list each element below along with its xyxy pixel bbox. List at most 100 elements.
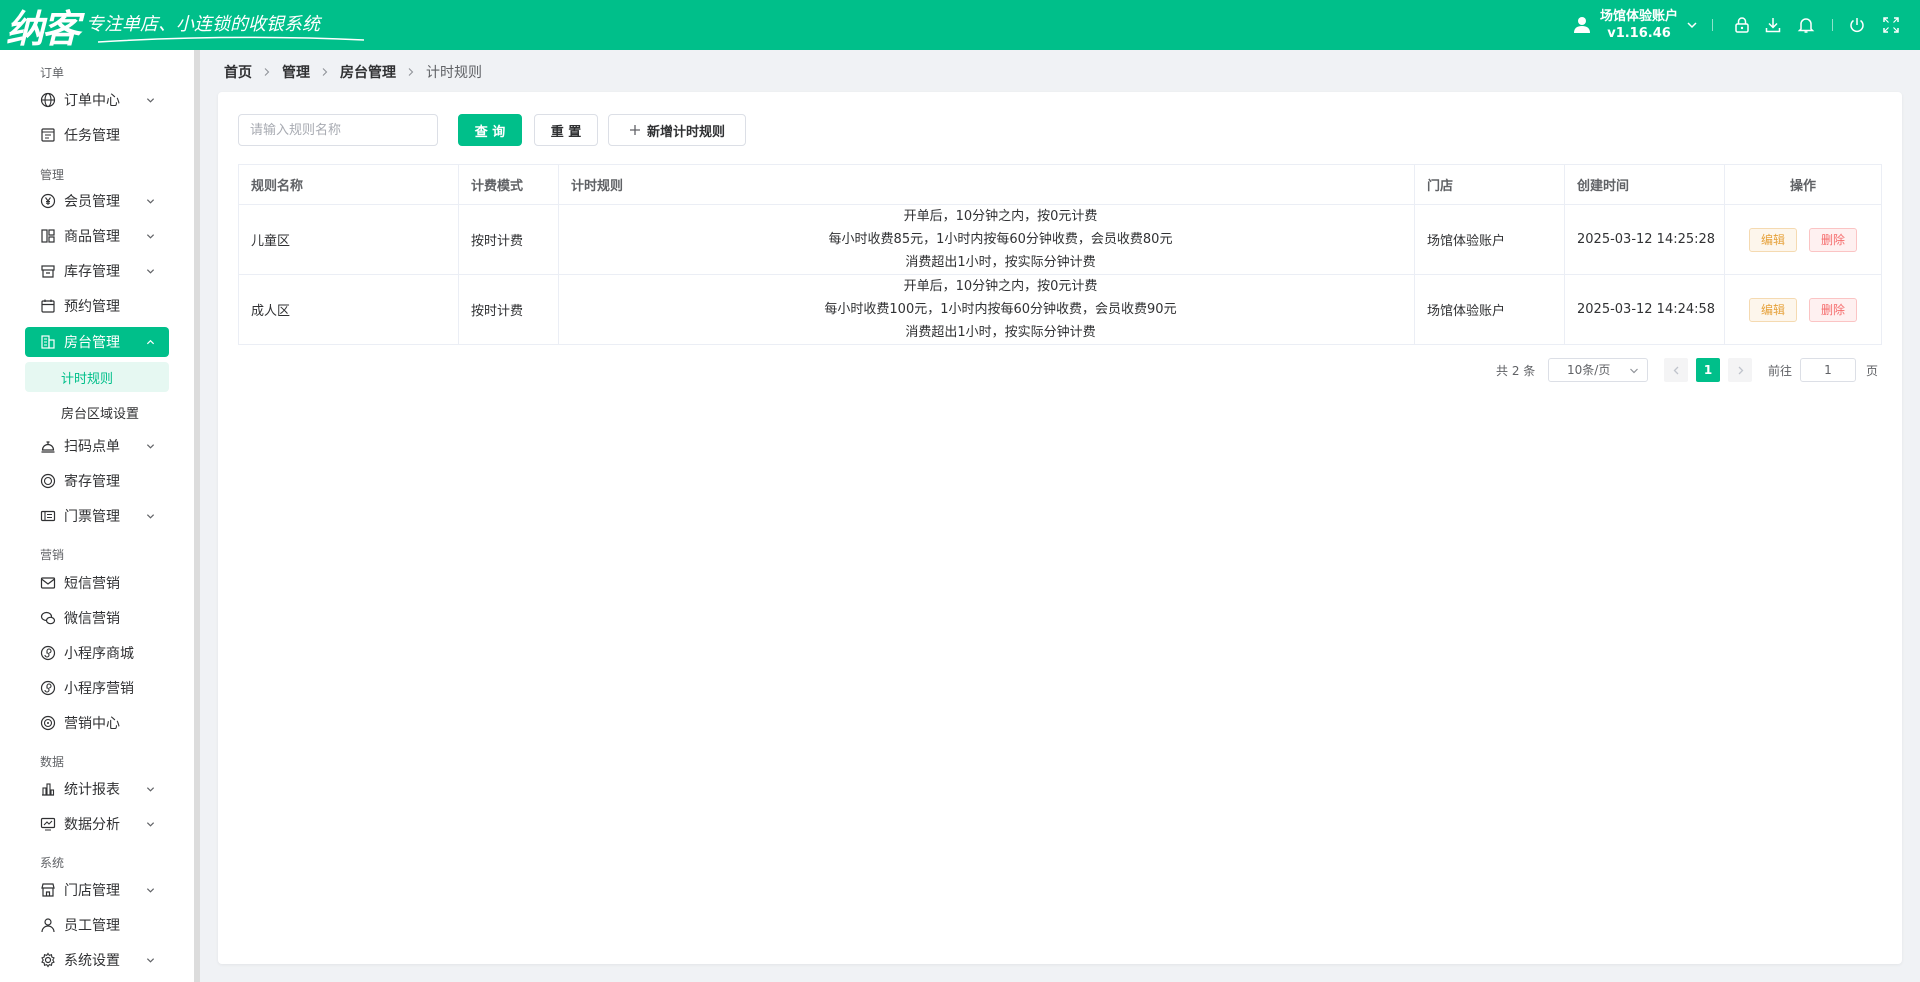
cell-actions: 编辑 删除: [1725, 275, 1881, 344]
sidebar-subitem-room-area[interactable]: 房台区域设置: [25, 397, 169, 427]
header-divider: [1832, 19, 1833, 31]
chevron-up-icon: [146, 339, 155, 345]
edit-button[interactable]: 编辑: [1749, 297, 1797, 322]
sidebar-item-task-manage[interactable]: 任务管理: [25, 120, 169, 150]
rule-line: 消费超出1小时，按实际分钟计费: [905, 325, 1096, 340]
cell-billing-mode: 按时计费: [459, 275, 559, 344]
chevron-down-icon: [146, 958, 155, 963]
sidebar-item-stats-report[interactable]: 统计报表: [25, 774, 169, 804]
sidebar-item-qr-order[interactable]: 扫码点单: [25, 431, 169, 461]
sidebar-item-room-manage[interactable]: 房台管理: [25, 327, 169, 357]
cell-rule-name: 儿童区: [239, 205, 459, 274]
sidebar-item-data-analysis[interactable]: 数据分析: [25, 809, 169, 839]
ticket-icon: [40, 510, 56, 522]
power-icon[interactable]: [1848, 16, 1866, 34]
page-number-current[interactable]: 1: [1696, 358, 1720, 382]
sidebar-item-label: 扫码点单: [64, 439, 120, 455]
mail-icon: [40, 577, 56, 589]
fullscreen-icon[interactable]: [1882, 16, 1900, 34]
cell-rule-name: 成人区: [239, 275, 459, 344]
sidebar-item-label: 数据分析: [64, 817, 120, 833]
sidebar-item-staff-manage[interactable]: 员工管理: [25, 910, 169, 940]
rule-line: 每小时收费100元，1小时内按每60分钟收费，会员收费90元: [824, 302, 1177, 317]
sidebar-item-deposit-manage[interactable]: 寄存管理: [25, 466, 169, 496]
globe-icon: [40, 92, 56, 108]
cell-store: 场馆体验账户: [1415, 205, 1565, 274]
breadcrumb: 首页 管理 房台管理 计时规则: [224, 62, 482, 82]
goods-icon: [41, 229, 55, 243]
sidebar-item-member-manage[interactable]: 会员管理: [25, 186, 169, 216]
cell-actions: 编辑 删除: [1725, 205, 1881, 274]
monitor-chart-icon: [40, 817, 56, 831]
sidebar-item-goods-manage[interactable]: 商品管理: [25, 221, 169, 251]
cell-created-time: 2025-03-12 14:24:58: [1565, 275, 1725, 344]
logo-text: 纳客: [6, 5, 80, 51]
chevron-right-icon: [408, 68, 414, 76]
sidebar-item-booking-manage[interactable]: 预约管理: [25, 291, 169, 321]
sidebar-item-label: 微信营销: [64, 611, 120, 627]
account-name: 场馆体验账户: [1600, 9, 1679, 24]
chevron-right-icon: [1738, 366, 1743, 374]
chevron-down-icon: [146, 787, 155, 792]
sidebar-item-label: 小程序商城: [64, 646, 134, 662]
box-icon: [41, 265, 55, 278]
sidebar-item-order-center[interactable]: 订单中心: [25, 85, 169, 115]
person-icon: [41, 918, 55, 933]
sidebar-item-label: 会员管理: [64, 194, 120, 210]
sidebar-item-label: 库存管理: [64, 264, 120, 280]
sidebar-item-wechat-marketing[interactable]: 微信营销: [25, 603, 169, 633]
add-timing-rule-button[interactable]: 新增计时规则: [608, 114, 746, 146]
goto-page-input[interactable]: [1800, 358, 1856, 382]
chevron-left-icon: [1673, 366, 1678, 374]
edit-button[interactable]: 编辑: [1749, 227, 1797, 252]
prev-page-button[interactable]: [1664, 358, 1688, 382]
sidebar-item-label: 门店管理: [64, 883, 120, 899]
sidebar-item-ticket-manage[interactable]: 门票管理: [25, 501, 169, 531]
cell-timing-rule: 开单后，10分钟之内，按0元计费 每小时收费85元，1小时内按每60分钟收费，会…: [559, 205, 1415, 274]
sidebar-item-label: 房台管理: [64, 335, 120, 351]
chevron-down-icon: [146, 822, 155, 827]
chevron-down-icon: [146, 98, 155, 103]
chevron-down-icon: [146, 269, 155, 274]
download-icon[interactable]: [1764, 16, 1782, 34]
chevron-right-icon: [264, 68, 270, 76]
page-size-select[interactable]: 10条/页: [1548, 358, 1648, 382]
sidebar-item-stock-manage[interactable]: 库存管理: [25, 256, 169, 286]
sidebar-item-sms-marketing[interactable]: 短信营销: [25, 568, 169, 598]
goto-label: 前往: [1768, 364, 1793, 378]
user-menu[interactable]: 场馆体验账户 v1.16.46: [1572, 8, 1698, 42]
chevron-down-icon: [1630, 368, 1638, 374]
target-icon: [40, 715, 56, 731]
sidebar-item-mini-marketing[interactable]: 小程序营销: [25, 673, 169, 703]
chevron-down-icon: [146, 514, 155, 519]
rule-line: 开单后，10分钟之内，按0元计费: [903, 279, 1098, 294]
query-button[interactable]: 查 询: [458, 114, 522, 146]
calendar-icon: [41, 299, 55, 313]
delete-button[interactable]: 删除: [1809, 227, 1857, 252]
bell-icon[interactable]: [1797, 16, 1815, 34]
col-header-name: 规则名称: [239, 165, 459, 204]
breadcrumb-manage[interactable]: 管理: [282, 62, 310, 82]
sidebar-item-label: 短信营销: [64, 576, 120, 592]
sidebar-group-order: 订单: [40, 66, 65, 80]
chevron-down-icon: [146, 199, 155, 204]
breadcrumb-home[interactable]: 首页: [224, 62, 252, 82]
sidebar-scrollbar[interactable]: [194, 50, 200, 982]
reset-button[interactable]: 重 置: [534, 114, 598, 146]
sidebar-item-label: 商品管理: [64, 229, 120, 245]
timing-rules-table: 规则名称 计费模式 计时规则 门店 创建时间 操作 儿童区 按时计费 开单后，1…: [238, 164, 1882, 345]
sidebar-item-marketing-center[interactable]: 营销中心: [25, 708, 169, 738]
breadcrumb-current: 计时规则: [426, 65, 482, 81]
sidebar-item-store-manage[interactable]: 门店管理: [25, 875, 169, 905]
sidebar-item-mini-mall[interactable]: 小程序商城: [25, 638, 169, 668]
sidebar-item-system-settings[interactable]: 系统设置: [25, 945, 169, 975]
next-page-button[interactable]: [1728, 358, 1752, 382]
sidebar-item-label: 小程序营销: [64, 681, 134, 697]
col-header-rule: 计时规则: [559, 165, 1415, 204]
deposit-icon: [40, 473, 56, 489]
app-version: v1.16.46: [1607, 26, 1671, 41]
delete-button[interactable]: 删除: [1809, 297, 1857, 322]
breadcrumb-room-manage[interactable]: 房台管理: [340, 62, 396, 82]
rule-name-search-input[interactable]: [238, 114, 438, 146]
lock-icon[interactable]: [1733, 16, 1751, 34]
